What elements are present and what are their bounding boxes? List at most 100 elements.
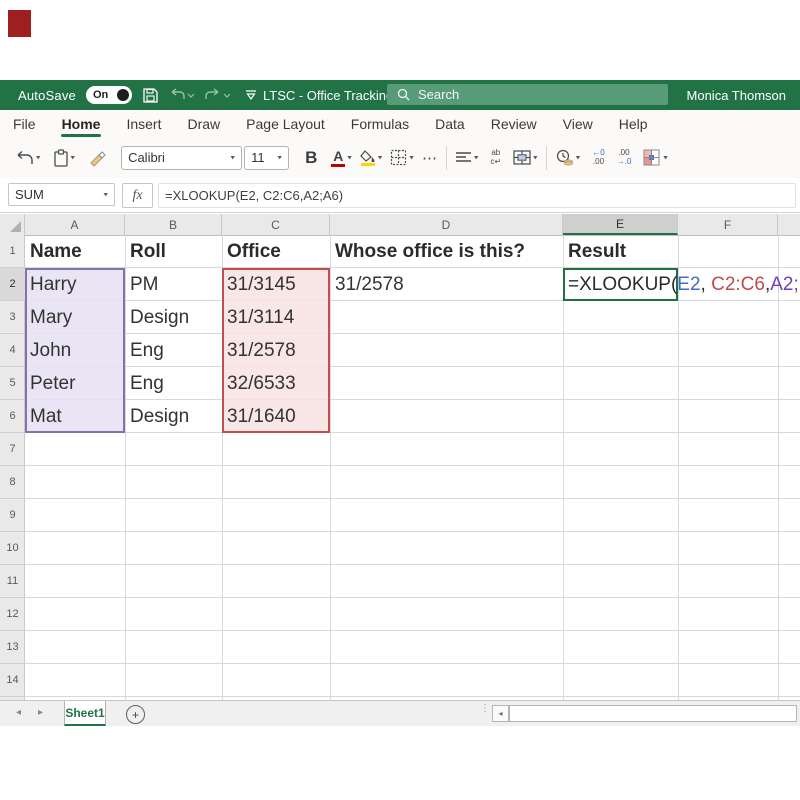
row-header-5[interactable]: 5 xyxy=(0,367,25,400)
row-header-13[interactable]: 13 xyxy=(0,631,25,664)
save-icon[interactable] xyxy=(142,87,159,104)
cell-C3[interactable]: 31/3114 xyxy=(222,301,294,334)
prev-sheet-button[interactable]: ◂ xyxy=(16,707,21,718)
user-account-button[interactable]: Monica Thomson xyxy=(679,80,794,110)
cell-A6[interactable]: Mat xyxy=(25,400,62,433)
cell-D1[interactable]: Whose office is this? xyxy=(330,235,525,268)
formula-input[interactable]: =XLOOKUP(E2, C2:C6,A2;A6) xyxy=(158,183,796,208)
column-headers: A B C D E F xyxy=(0,214,800,236)
formula-token: A2; xyxy=(770,274,799,295)
cell-A2[interactable]: Harry xyxy=(25,268,76,301)
inc-decimal-glyph: ←0 xyxy=(592,147,605,157)
tab-file[interactable]: File xyxy=(0,110,49,137)
autosave-label: AutoSave xyxy=(18,87,76,103)
cell-B1[interactable]: Roll xyxy=(125,235,166,268)
tab-insert[interactable]: Insert xyxy=(113,110,174,137)
tab-home[interactable]: Home xyxy=(49,110,114,137)
tab-formulas[interactable]: Formulas xyxy=(338,110,422,137)
decrease-decimal-button[interactable]: .00 →.0 xyxy=(617,144,632,172)
cell-C2[interactable]: 31/3145 xyxy=(222,268,296,301)
cell-C4[interactable]: 31/2578 xyxy=(222,334,296,367)
column-header-f[interactable]: F xyxy=(678,214,778,235)
cell-A4[interactable]: John xyxy=(25,334,71,367)
cell-E1[interactable]: Result xyxy=(563,235,626,268)
row-header-4[interactable]: 4 xyxy=(0,334,25,367)
fill-color-button[interactable]: ▾ xyxy=(360,144,382,172)
cell-B4[interactable]: Eng xyxy=(125,334,164,367)
cell-B6[interactable]: Design xyxy=(125,400,189,433)
cell-A1[interactable]: Name xyxy=(25,235,82,268)
cell-C6[interactable]: 31/1640 xyxy=(222,400,296,433)
redo-button[interactable] xyxy=(205,87,231,103)
wrap-text-button[interactable]: ab c↵ xyxy=(490,144,501,172)
row-header-14[interactable]: 14 xyxy=(0,664,25,697)
row-headers: 1 2 3 4 5 6 7 8 9 10 11 12 13 14 xyxy=(0,235,25,700)
column-header-a[interactable]: A xyxy=(25,214,125,235)
tab-scroll-grip[interactable]: ⋮ xyxy=(480,704,490,714)
paste-button[interactable]: ▾ xyxy=(53,144,75,172)
name-box[interactable]: SUM ▾ xyxy=(8,183,115,206)
row-header-8[interactable]: 8 xyxy=(0,466,25,499)
select-all-button[interactable] xyxy=(0,214,25,235)
column-header-c[interactable]: C xyxy=(222,214,330,235)
ribbon-toolbar: ▾ ▾ Calibri ▾ 11 ▾ B A ▾ ▾ ▾ ⋯ ▾ ab c↵ ▾… xyxy=(0,137,800,179)
horizontal-scrollbar[interactable] xyxy=(509,705,797,722)
conditional-formatting-button[interactable]: ▾ xyxy=(643,144,668,172)
row-header-9[interactable]: 9 xyxy=(0,499,25,532)
cell-A3[interactable]: Mary xyxy=(25,301,72,334)
formula-token: C2:C6 xyxy=(711,274,765,295)
cell-B3[interactable]: Design xyxy=(125,301,189,334)
column-header-d[interactable]: D xyxy=(330,214,563,235)
cells-area[interactable]: Name Roll Office Whose office is this? R… xyxy=(25,235,800,700)
cell-B2[interactable]: PM xyxy=(125,268,159,301)
search-input[interactable]: Search xyxy=(387,84,668,105)
cell-C5[interactable]: 32/6533 xyxy=(222,367,296,400)
increase-decimal-button[interactable]: ←0.00 xyxy=(592,144,604,172)
column-header-b[interactable]: B xyxy=(125,214,222,235)
undo-ribbon-button[interactable]: ▾ xyxy=(14,144,41,172)
row-header-2[interactable]: 2 xyxy=(0,268,25,301)
row-header-3[interactable]: 3 xyxy=(0,301,25,334)
cell-E2-formula[interactable]: =XLOOKUP(E2, C2:C6,A2; xyxy=(563,268,799,301)
hscroll-left-button[interactable]: ◂ xyxy=(492,705,509,722)
row-header-11[interactable]: 11 xyxy=(0,565,25,598)
wrap-c: c xyxy=(490,156,495,166)
cell-C1[interactable]: Office xyxy=(222,235,281,268)
cell-A5[interactable]: Peter xyxy=(25,367,75,400)
row-header-10[interactable]: 10 xyxy=(0,532,25,565)
dec-decimal-glyph: .00 xyxy=(618,147,630,157)
sheet-tab-sheet1[interactable]: Sheet1 xyxy=(64,701,106,726)
formula-text: =XLOOKUP(E2, C2:C6,A2;A6) xyxy=(165,188,344,203)
column-header-e[interactable]: E xyxy=(563,214,678,235)
add-sheet-button[interactable]: + xyxy=(126,705,145,724)
tab-view[interactable]: View xyxy=(550,110,606,137)
wrap-ab: ab xyxy=(491,147,501,157)
cell-B5[interactable]: Eng xyxy=(125,367,164,400)
tab-data[interactable]: Data xyxy=(422,110,478,137)
insert-function-button[interactable]: fx xyxy=(122,183,153,208)
autosave-toggle[interactable]: On xyxy=(85,86,132,104)
tab-review[interactable]: Review xyxy=(478,110,550,137)
row-header-1[interactable]: 1 xyxy=(0,235,25,268)
tab-draw[interactable]: Draw xyxy=(174,110,233,137)
format-painter-icon[interactable] xyxy=(87,144,107,172)
row-header-12[interactable]: 12 xyxy=(0,598,25,631)
bold-button[interactable]: B xyxy=(299,144,323,172)
row-header-6[interactable]: 6 xyxy=(0,400,25,433)
more-formatting-button[interactable]: ⋯ xyxy=(422,144,438,172)
number-format-button[interactable]: ▾ xyxy=(555,144,580,172)
tab-page-layout[interactable]: Page Layout xyxy=(233,110,338,137)
undo-button[interactable] xyxy=(169,87,195,103)
next-sheet-button[interactable]: ▸ xyxy=(38,707,43,718)
search-icon xyxy=(397,88,410,101)
font-name-select[interactable]: Calibri ▾ xyxy=(121,145,243,170)
merge-center-button[interactable]: ▾ xyxy=(513,144,538,172)
font-color-button[interactable]: A ▾ xyxy=(331,144,352,172)
font-size-select[interactable]: 11 ▾ xyxy=(244,145,290,170)
tab-help[interactable]: Help xyxy=(606,110,661,137)
borders-button[interactable]: ▾ xyxy=(390,144,414,172)
toolbar-divider xyxy=(545,145,547,170)
cell-D2[interactable]: 31/2578 xyxy=(330,268,404,301)
alignment-button[interactable]: ▾ xyxy=(455,144,478,172)
row-header-7[interactable]: 7 xyxy=(0,433,25,466)
